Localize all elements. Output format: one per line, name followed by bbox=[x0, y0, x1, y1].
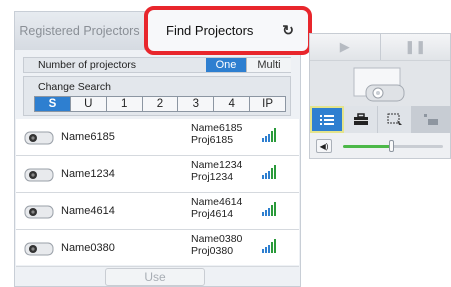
projector-name: Name0380 bbox=[61, 242, 115, 254]
search-key-bar: S U 1 2 3 4 IP bbox=[34, 96, 286, 112]
projector-preview bbox=[310, 60, 450, 107]
signal-strength-icon bbox=[262, 165, 276, 179]
change-search-label: Change Search bbox=[38, 81, 111, 93]
more-button[interactable] bbox=[412, 106, 450, 133]
change-search-box: Change Search S U 1 2 3 4 IP bbox=[23, 76, 291, 116]
use-button[interactable]: Use bbox=[105, 268, 205, 286]
projector-detail: Name4614 Proj4614 bbox=[191, 196, 242, 220]
list-item[interactable]: Name6185 Name6185 Proj6185 bbox=[16, 119, 299, 156]
search-key-3[interactable]: 3 bbox=[178, 97, 215, 111]
view-toolbar bbox=[310, 106, 450, 133]
search-key-1[interactable]: 1 bbox=[107, 97, 143, 111]
projector-list: Name6185 Name6185 Proj6185 Name1234 Name… bbox=[16, 119, 299, 267]
signal-strength-icon bbox=[262, 239, 276, 253]
volume-row: ◀) bbox=[310, 134, 450, 158]
control-panel: ▶ ❚❚ ◀) bbox=[309, 33, 451, 159]
list-item[interactable]: Name4614 Name4614 Proj4614 bbox=[16, 193, 299, 230]
pause-button[interactable]: ❚❚ bbox=[380, 34, 450, 60]
projector-detail-name: Name4614 bbox=[191, 196, 243, 208]
projector-detail: Name1234 Proj1234 bbox=[191, 159, 242, 183]
projector-name: Name4614 bbox=[61, 205, 115, 217]
pause-icon: ❚❚ bbox=[404, 39, 427, 54]
toolbox-button[interactable] bbox=[344, 106, 378, 133]
signal-strength-icon bbox=[262, 202, 276, 216]
more-icon bbox=[423, 113, 438, 125]
volume-slider[interactable] bbox=[343, 140, 443, 152]
tab-find-projectors[interactable]: Find Projectors ↻ bbox=[144, 6, 312, 55]
search-key-4[interactable]: 4 bbox=[214, 97, 251, 111]
toolbox-icon bbox=[353, 113, 368, 125]
volume-slider-thumb[interactable] bbox=[389, 140, 394, 152]
projector-detail: Name6185 Proj6185 bbox=[191, 122, 242, 146]
tab-find-label: Find Projectors bbox=[166, 23, 254, 38]
search-key-2[interactable]: 2 bbox=[143, 97, 179, 111]
projector-detail-proj: Proj4614 bbox=[191, 208, 234, 220]
search-key-s[interactable]: S bbox=[35, 97, 71, 111]
projector-detail: Name0380 Proj0380 bbox=[191, 233, 242, 257]
list-item[interactable]: Name1234 Name1234 Proj1234 bbox=[16, 156, 299, 193]
projector-count-toggle: One Multi bbox=[206, 58, 291, 72]
list-icon bbox=[320, 114, 334, 125]
refresh-icon[interactable]: ↻ bbox=[282, 22, 294, 39]
projector-count-label: Number of projectors bbox=[38, 59, 137, 71]
selection-icon bbox=[387, 113, 402, 125]
projector-name: Name6185 bbox=[61, 131, 115, 143]
projector-icon bbox=[24, 131, 54, 145]
count-multi-button[interactable]: Multi bbox=[246, 58, 291, 72]
play-button[interactable]: ▶ bbox=[310, 34, 381, 60]
projector-count-row: Number of projectors One Multi bbox=[23, 57, 291, 73]
projector-icon bbox=[24, 168, 54, 182]
list-view-button[interactable] bbox=[310, 106, 344, 133]
projector-name: Name1234 bbox=[61, 168, 115, 180]
play-icon: ▶ bbox=[339, 39, 350, 54]
projector-panel: Registered Projectors Number of projecto… bbox=[14, 6, 312, 287]
projector-detail-proj: Proj0380 bbox=[191, 245, 234, 257]
projector-screen-icon bbox=[353, 67, 405, 102]
playback-bar: ▶ ❚❚ bbox=[310, 34, 450, 60]
count-one-button[interactable]: One bbox=[206, 58, 246, 72]
projector-icon bbox=[24, 242, 54, 256]
speaker-icon[interactable]: ◀) bbox=[316, 139, 332, 153]
selection-button[interactable] bbox=[378, 106, 412, 133]
search-key-ip[interactable]: IP bbox=[250, 97, 285, 111]
signal-strength-icon bbox=[262, 128, 276, 142]
tab-registered-projectors[interactable]: Registered Projectors bbox=[15, 12, 145, 50]
list-item[interactable]: Name0380 Name0380 Proj0380 bbox=[16, 230, 299, 267]
projector-detail-name: Name1234 bbox=[191, 159, 243, 171]
projector-detail-name: Name6185 bbox=[191, 122, 243, 134]
projector-detail-proj: Proj6185 bbox=[191, 134, 234, 146]
search-key-u[interactable]: U bbox=[71, 97, 107, 111]
projector-detail-name: Name0380 bbox=[191, 233, 243, 245]
projector-detail-proj: Proj1234 bbox=[191, 171, 234, 183]
projector-icon bbox=[24, 205, 54, 219]
